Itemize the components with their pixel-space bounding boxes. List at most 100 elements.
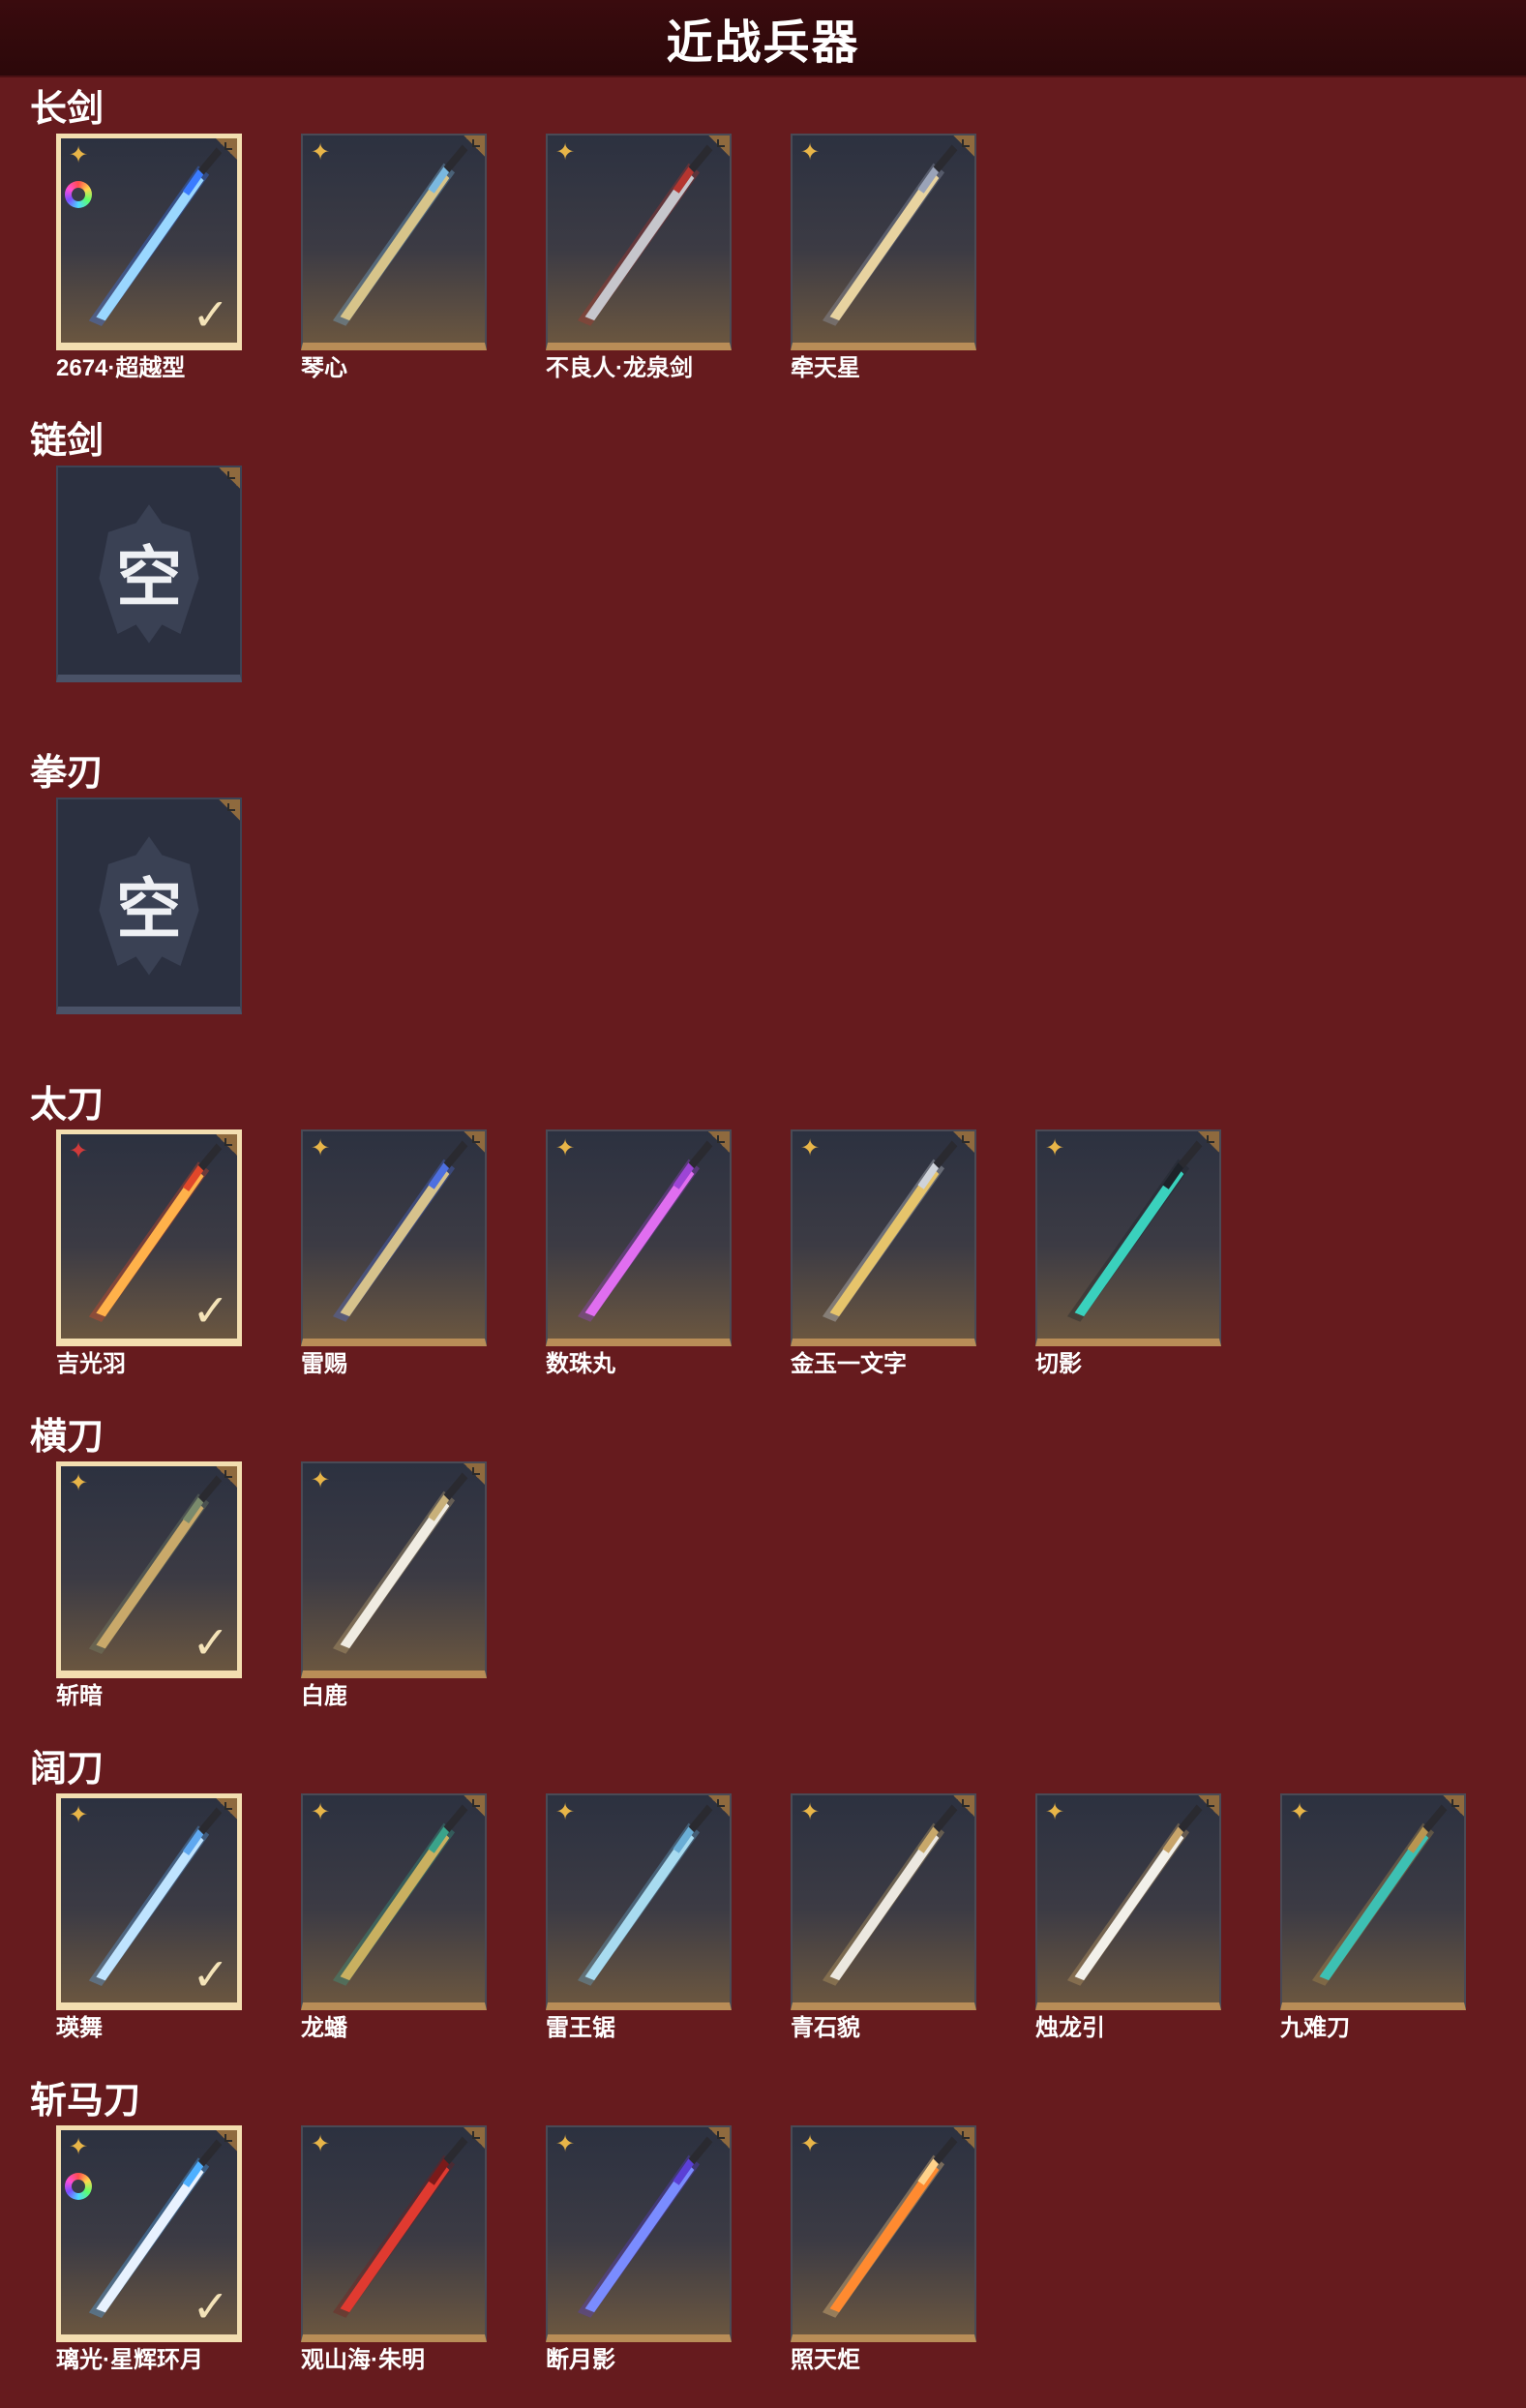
weapon-card[interactable]: ✦ 不良人·龙泉剑 <box>546 134 735 381</box>
weapon-card[interactable]: ✦ ✓ 斩暗 <box>56 1461 246 1709</box>
weapon-image <box>332 1472 468 1654</box>
weapon-card[interactable]: ✦ 金玉一文字 <box>791 1129 980 1377</box>
weapon-name: 斩暗 <box>56 1683 103 1709</box>
empty-slot[interactable]: 空 <box>56 798 246 1014</box>
rarity-icon: ✦ <box>800 1135 821 1161</box>
color-wheel-icon <box>65 181 92 208</box>
weapon-name: 青石貌 <box>791 2015 860 2041</box>
card-frame[interactable]: ✦ <box>791 1793 976 2010</box>
weapon-card[interactable]: ✦ ✓ 璃光·星辉环月 <box>56 2125 246 2373</box>
card-frame[interactable]: ✦ <box>791 1129 976 1346</box>
weapon-card[interactable]: ✦ 龙蟠 <box>301 1793 491 2041</box>
weapon-card[interactable]: ✦ 观山海·朱明 <box>301 2125 491 2373</box>
weapon-name: 雷赐 <box>301 1351 347 1377</box>
weapon-name: 吉光羽 <box>56 1351 126 1377</box>
rarity-icon: ✦ <box>1290 1799 1310 1825</box>
card-frame[interactable]: ✦ ✓ <box>56 1461 242 1678</box>
check-icon: ✓ <box>192 1285 229 1336</box>
corner-tab-icon <box>219 799 240 821</box>
card-frame[interactable]: ✦ <box>791 134 976 350</box>
page-title: 近战兵器 <box>666 17 860 69</box>
rarity-icon: ✦ <box>311 2131 331 2157</box>
card-frame[interactable]: 空 <box>56 466 242 682</box>
card-frame[interactable]: ✦ <box>546 134 732 350</box>
corner-tab-icon <box>708 2127 730 2149</box>
card-frame[interactable]: ✦ <box>301 1129 487 1346</box>
empty-slot[interactable]: 空 <box>56 466 246 682</box>
rarity-icon: ✦ <box>1045 1799 1065 1825</box>
card-frame[interactable]: ✦ <box>301 134 487 350</box>
weapon-image <box>577 1804 713 1986</box>
card-frame[interactable]: ✦ ✓ <box>56 2125 242 2342</box>
card-frame[interactable]: ✦ <box>1280 1793 1466 2010</box>
card-frame[interactable]: ✦ <box>546 1129 732 1346</box>
weapon-card[interactable]: ✦ 数珠丸 <box>546 1129 735 1377</box>
card-frame[interactable]: ✦ ✓ <box>56 1129 242 1346</box>
weapon-card[interactable]: ✦ ✓ 瑛舞 <box>56 1793 246 2041</box>
card-frame[interactable]: ✦ <box>791 2125 976 2342</box>
card-frame[interactable]: ✦ <box>1035 1129 1221 1346</box>
corner-tab-icon <box>464 1131 485 1153</box>
rarity-icon: ✦ <box>800 1799 821 1825</box>
weapon-image <box>332 1804 468 1986</box>
weapon-image <box>577 1140 713 1322</box>
weapon-card[interactable]: ✦ 雷赐 <box>301 1129 491 1377</box>
weapon-name: 琴心 <box>301 355 347 381</box>
rarity-icon: ✦ <box>555 2131 576 2157</box>
corner-tab-icon <box>953 135 974 157</box>
weapon-name: 切影 <box>1035 1351 1082 1377</box>
rarity-icon: ✦ <box>800 2131 821 2157</box>
weapon-card[interactable]: ✦ 琴心 <box>301 134 491 381</box>
card-frame[interactable]: ✦ ✓ <box>56 1793 242 2010</box>
weapon-card[interactable]: ✦ 断月影 <box>546 2125 735 2373</box>
card-frame[interactable]: ✦ <box>301 2125 487 2342</box>
rarity-icon: ✦ <box>69 142 89 168</box>
weapon-name: 断月影 <box>546 2347 615 2373</box>
corner-tab-icon <box>216 2130 237 2152</box>
weapon-section: 横刀 ✦ ✓ 斩暗 ✦ 白鹿 <box>0 1411 1526 1744</box>
section-title: 太刀 <box>30 1085 105 1126</box>
weapon-name: 烛龙引 <box>1035 2015 1105 2041</box>
corner-tab-icon <box>708 1795 730 1817</box>
weapon-name: 九难刀 <box>1280 2015 1350 2041</box>
corner-tab-icon <box>216 1466 237 1488</box>
corner-tab-icon <box>708 135 730 157</box>
corner-tab-icon <box>708 1131 730 1153</box>
card-frame[interactable]: ✦ <box>546 2125 732 2342</box>
weapon-image <box>822 144 958 326</box>
card-frame[interactable]: ✦ <box>301 1461 487 1678</box>
card-frame[interactable]: ✦ <box>546 1793 732 2010</box>
weapon-card[interactable]: ✦ 烛龙引 <box>1035 1793 1225 2041</box>
corner-tab-icon <box>464 135 485 157</box>
weapon-card[interactable]: ✦ 青石貌 <box>791 1793 980 2041</box>
weapon-card[interactable]: ✦ ✓ 吉光羽 <box>56 1129 246 1377</box>
weapon-image <box>577 144 713 326</box>
weapon-card[interactable]: ✦ 雷王锯 <box>546 1793 735 2041</box>
card-frame[interactable]: ✦ <box>301 1793 487 2010</box>
weapon-image <box>577 2136 713 2318</box>
weapon-image <box>1066 1804 1203 1986</box>
empty-slot-label: 空 <box>115 540 182 615</box>
corner-tab-icon <box>953 1131 974 1153</box>
weapon-section: 斩马刀 ✦ ✓ 璃光·星辉环月 ✦ 观山海·朱明 ✦ 断月影 ✦ 照天炬 <box>0 2075 1526 2408</box>
card-frame[interactable]: ✦ <box>1035 1793 1221 2010</box>
weapon-name: 2674·超越型 <box>56 355 186 381</box>
weapon-card[interactable]: ✦ 照天炬 <box>791 2125 980 2373</box>
card-frame[interactable]: 空 <box>56 798 242 1014</box>
weapon-card[interactable]: ✦ 白鹿 <box>301 1461 491 1709</box>
corner-tab-icon <box>953 2127 974 2149</box>
check-icon: ✓ <box>192 1949 229 2000</box>
corner-tab-icon <box>464 2127 485 2149</box>
section-title: 链剑 <box>30 421 105 462</box>
weapon-card[interactable]: ✦ 牵天星 <box>791 134 980 381</box>
weapon-name: 数珠丸 <box>546 1351 615 1377</box>
card-frame[interactable]: ✦ ✓ <box>56 134 242 350</box>
weapon-card[interactable]: ✦ ✓ 2674·超越型 <box>56 134 246 381</box>
rarity-icon: ✦ <box>311 139 331 166</box>
weapon-image <box>1066 1140 1203 1322</box>
weapon-card[interactable]: ✦ 九难刀 <box>1280 1793 1470 2041</box>
weapon-image <box>332 2136 468 2318</box>
rarity-icon: ✦ <box>69 2134 89 2160</box>
weapon-card[interactable]: ✦ 切影 <box>1035 1129 1225 1377</box>
rarity-icon: ✦ <box>555 1799 576 1825</box>
